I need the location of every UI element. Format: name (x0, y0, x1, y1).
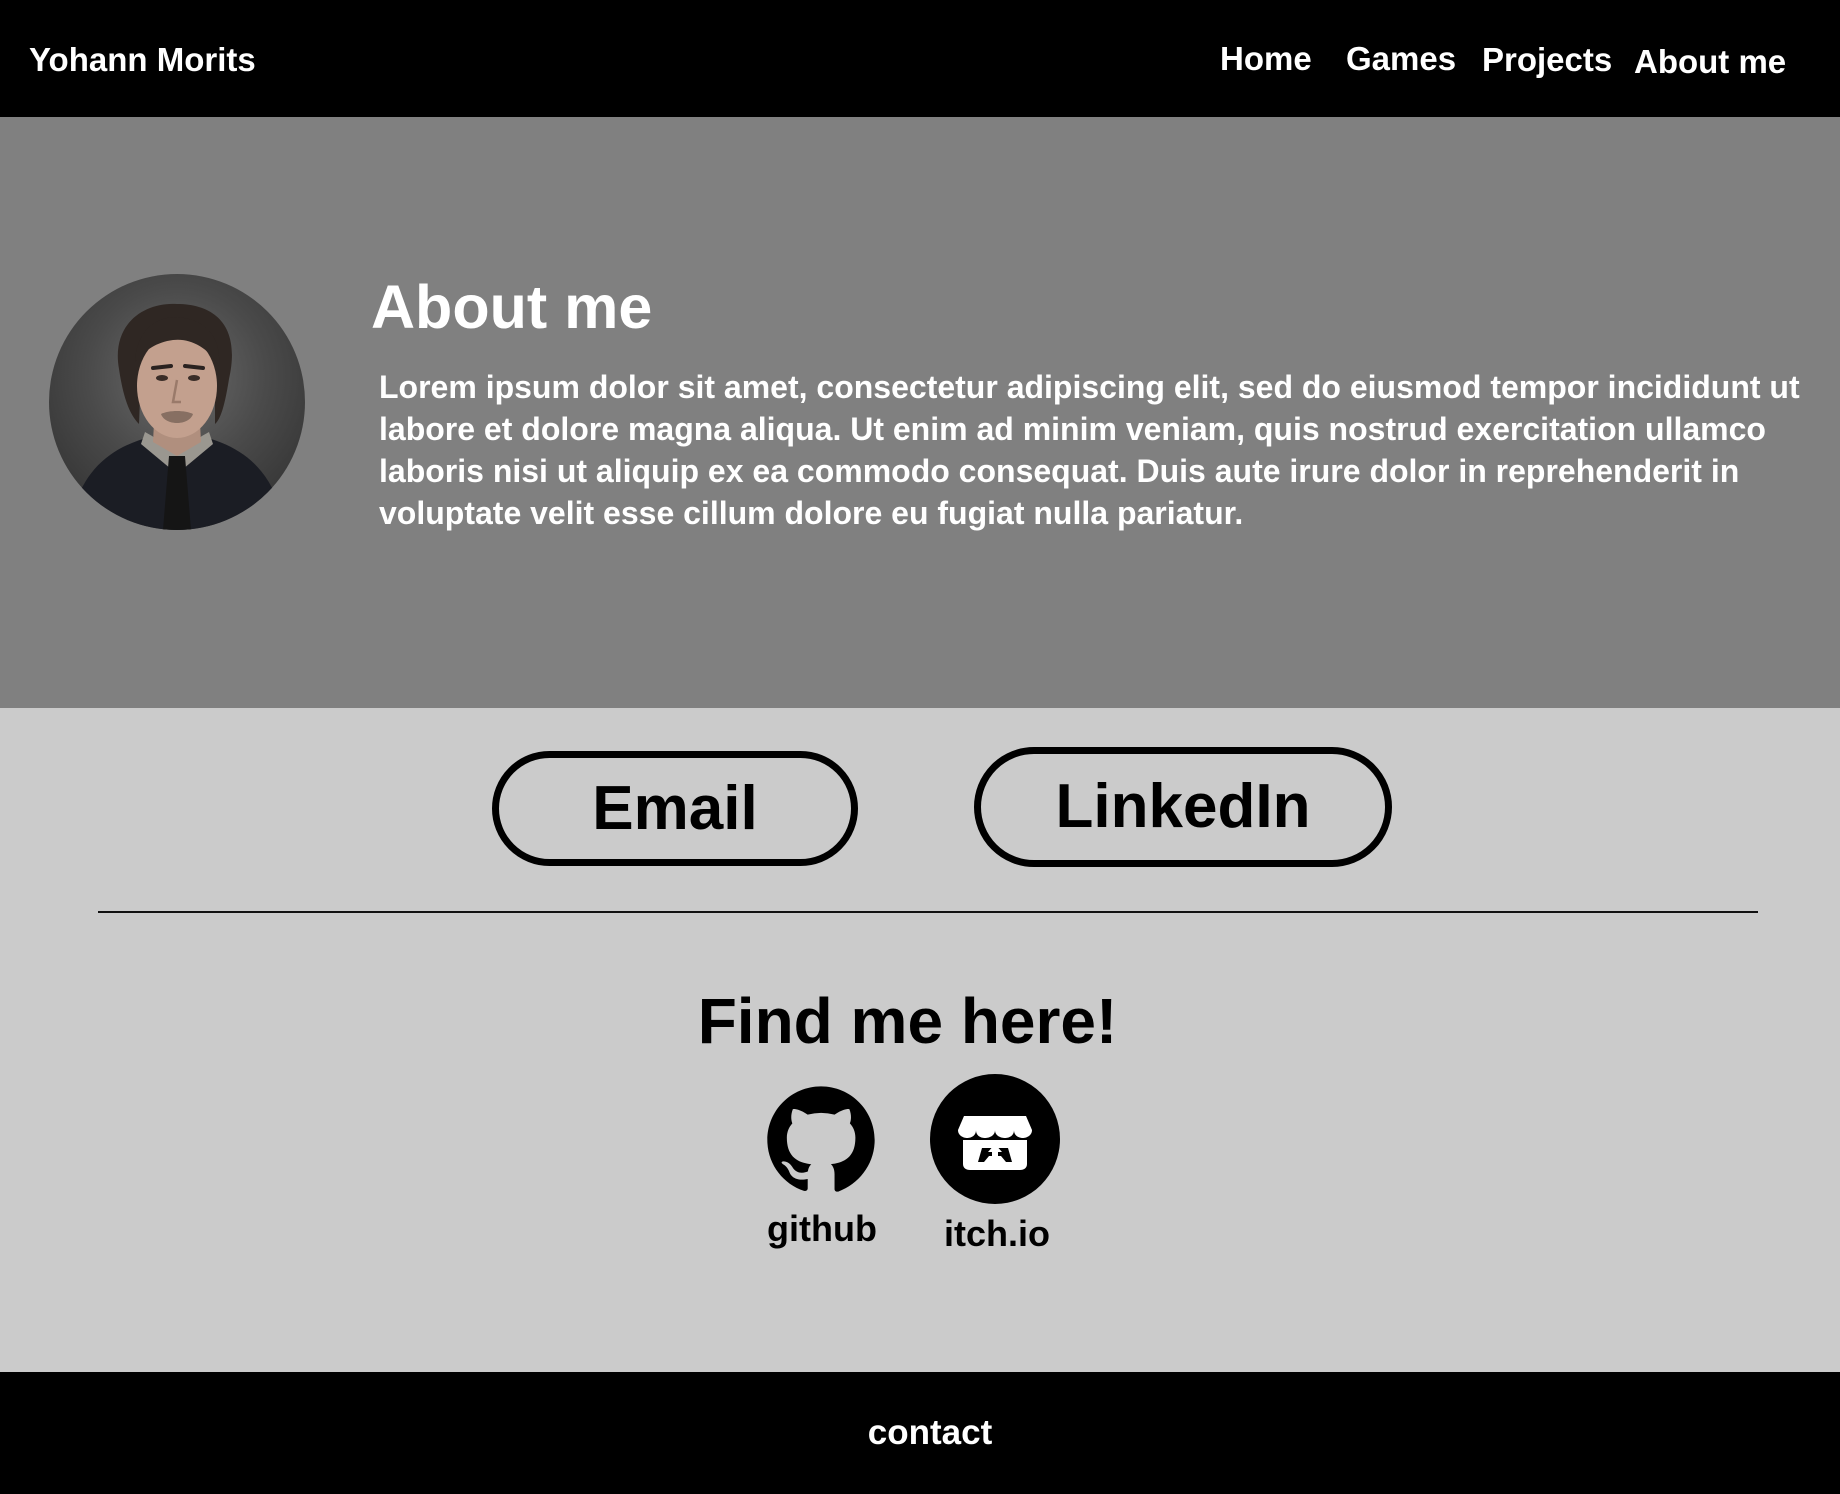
email-button[interactable]: Email (492, 751, 858, 866)
linkedin-button[interactable]: LinkedIn (974, 747, 1392, 867)
profile-avatar (49, 274, 305, 530)
nav-home-link[interactable]: Home (1220, 39, 1312, 79)
site-brand[interactable]: Yohann Morits (29, 40, 256, 80)
footer-contact-link[interactable]: contact (0, 1412, 1840, 1454)
nav-about-link[interactable]: About me (1634, 42, 1786, 82)
profile-photo-image (69, 303, 285, 530)
github-label[interactable]: github (767, 1208, 877, 1250)
find-me-title: Find me here! (697, 985, 1118, 1057)
section-divider (98, 911, 1758, 913)
itch-io-label[interactable]: itch.io (944, 1213, 1050, 1255)
nav-projects-link[interactable]: Projects (1482, 40, 1612, 80)
nav-games-link[interactable]: Games (1346, 39, 1456, 79)
github-icon (767, 1086, 875, 1192)
about-title: About me (371, 273, 653, 341)
about-description: Lorem ipsum dolor sit amet, consectetur … (379, 369, 1800, 531)
itch-io-link[interactable] (930, 1074, 1060, 1209)
github-link[interactable] (765, 1084, 877, 1201)
itch-io-icon (930, 1074, 1060, 1204)
